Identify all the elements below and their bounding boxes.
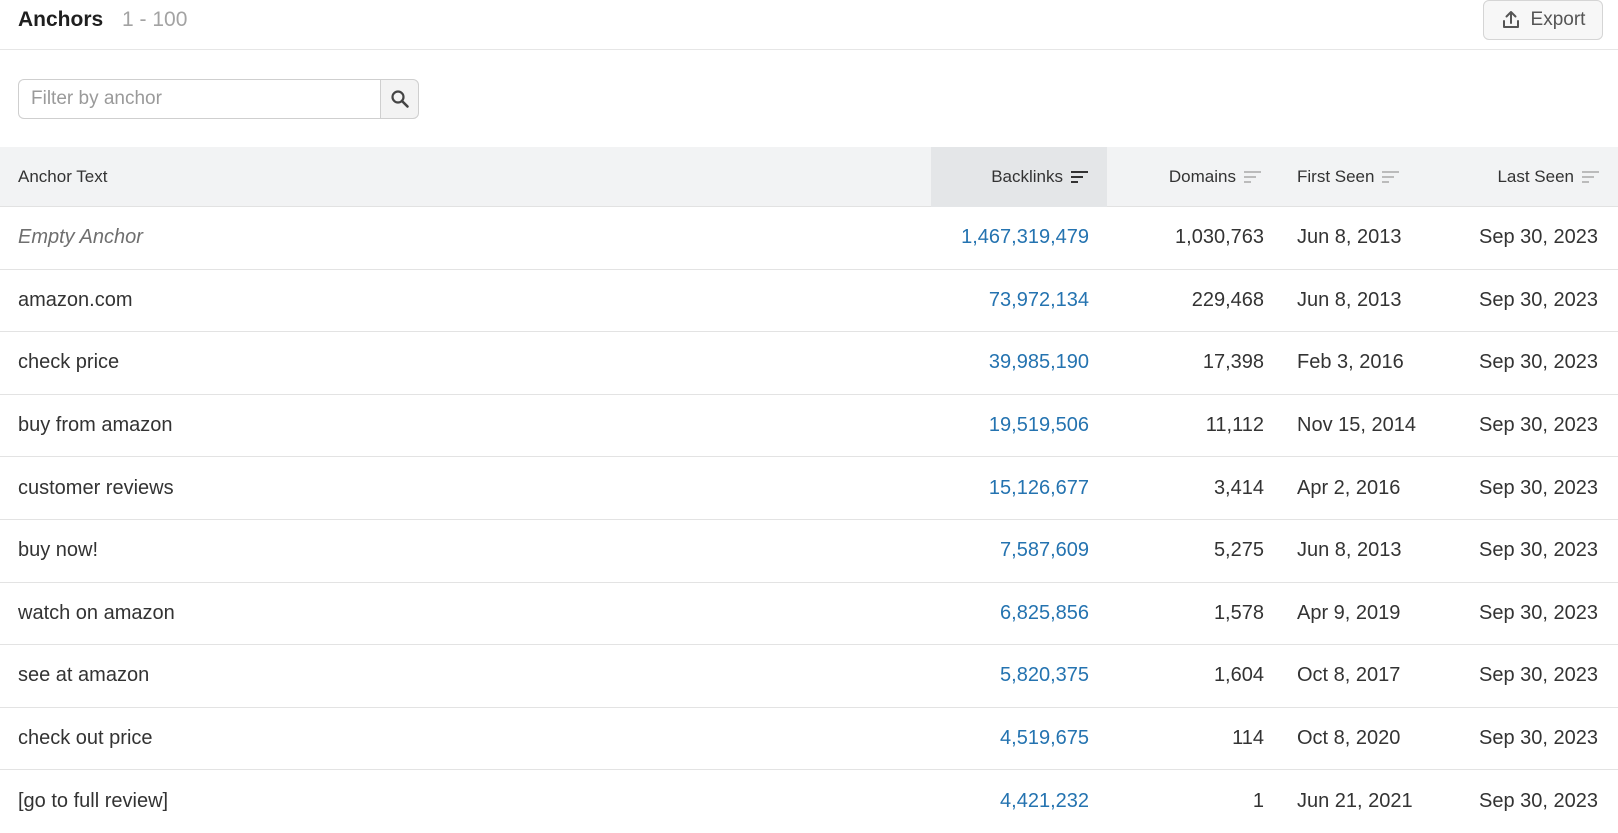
last-seen-cell: Sep 30, 2023 [1479,664,1598,687]
column-header-label: Domains [1168,167,1236,186]
domains-cell: 17,398 [1202,351,1264,374]
last-seen-cell: Sep 30, 2023 [1479,601,1598,624]
table-row: buy now! 7,587,609 5,275 Jun 8, 2013 Sep… [0,520,1618,583]
first-seen-cell: Jun 8, 2013 [1297,226,1402,249]
first-seen-cell: Apr 9, 2019 [1297,601,1401,624]
export-label: Export [1530,9,1586,30]
upload-icon [1502,11,1519,28]
last-seen-cell: Sep 30, 2023 [1479,539,1598,562]
page-header: Anchors 1 - 100 Export [0,0,1618,50]
first-seen-cell: Apr 2, 2016 [1297,476,1401,499]
first-seen-cell: Jun 8, 2013 [1297,288,1402,311]
backlinks-link[interactable]: 1,467,319,479 [961,207,1089,269]
anchor-filter [18,79,419,119]
column-header-label: First Seen [1297,167,1375,186]
sort-lines-icon [1382,171,1400,183]
table-header: Anchor Text Backlinks Domains First Seen [0,147,1618,207]
backlinks-link[interactable]: 4,519,675 [1000,708,1089,770]
export-button[interactable]: Export [1483,0,1603,40]
anchor-text-cell: watch on amazon [18,601,175,624]
backlinks-link[interactable]: 15,126,677 [989,457,1089,519]
domains-cell: 1,030,763 [1175,226,1264,249]
backlinks-link[interactable]: 7,587,609 [1000,520,1089,582]
first-seen-cell: Jun 8, 2013 [1297,539,1402,562]
last-seen-cell: Sep 30, 2023 [1479,351,1598,374]
sort-lines-icon [1582,171,1599,183]
sort-lines-icon [1071,171,1088,183]
column-header-domains[interactable]: Domains [1107,147,1280,207]
domains-cell: 1,604 [1213,664,1264,687]
anchor-text-cell: amazon.com [18,288,133,311]
result-range: 1 - 100 [122,8,188,31]
last-seen-cell: Sep 30, 2023 [1479,414,1598,437]
column-header-label: Last Seen [1497,167,1574,186]
anchor-text-cell: buy from amazon [18,414,173,437]
anchor-text-cell: buy now! [18,539,99,562]
last-seen-cell: Sep 30, 2023 [1479,476,1598,499]
backlinks-link[interactable]: 39,985,190 [989,332,1089,394]
backlinks-link[interactable]: 19,519,506 [989,395,1089,457]
page-title: Anchors [18,8,104,31]
backlinks-link[interactable]: 5,820,375 [1000,645,1089,707]
table-row: check price 39,985,190 17,398 Feb 3, 201… [0,332,1618,395]
last-seen-cell: Sep 30, 2023 [1479,727,1598,750]
table-row: Empty Anchor 1,467,319,479 1,030,763 Jun… [0,207,1618,270]
domains-cell: 3,414 [1213,476,1264,499]
table-row: amazon.com 73,972,134 229,468 Jun 8, 201… [0,270,1618,333]
column-header-last-seen[interactable]: Last Seen [1497,147,1600,207]
column-header-label: Anchor Text [18,167,108,186]
backlinks-link[interactable]: 6,825,856 [1000,583,1089,645]
first-seen-cell: Jun 21, 2021 [1297,790,1413,813]
table-row: [go to full review] 4,421,232 1 Jun 21, … [0,770,1618,833]
domains-cell: 229,468 [1191,288,1264,311]
domains-cell: 5,275 [1213,539,1264,562]
anchor-text-cell: check price [18,351,120,374]
last-seen-cell: Sep 30, 2023 [1479,790,1598,813]
anchor-text-cell: [go to full review] [18,790,169,813]
table-row: see at amazon 5,820,375 1,604 Oct 8, 201… [0,645,1618,708]
backlinks-link[interactable]: 73,972,134 [989,270,1089,332]
table-row: watch on amazon 6,825,856 1,578 Apr 9, 2… [0,583,1618,646]
domains-cell: 114 [1232,727,1264,750]
last-seen-cell: Sep 30, 2023 [1479,288,1598,311]
anchor-text-cell: check out price [18,727,153,750]
column-header-backlinks[interactable]: Backlinks [931,147,1107,207]
anchors-table: Anchor Text Backlinks Domains First Seen [0,147,1618,833]
table-row: customer reviews 15,126,677 3,414 Apr 2,… [0,457,1618,520]
anchor-text-cell: see at amazon [18,664,150,687]
first-seen-cell: Nov 15, 2014 [1297,414,1416,437]
column-header-label: Backlinks [991,167,1063,186]
last-seen-cell: Sep 30, 2023 [1479,226,1598,249]
filter-input[interactable] [18,79,380,119]
backlinks-link[interactable]: 4,421,232 [1000,770,1089,833]
column-header-anchor-text: Anchor Text [18,147,107,207]
first-seen-cell: Oct 8, 2020 [1297,727,1401,750]
domains-cell: 11,112 [1205,414,1264,437]
anchor-text-cell: Empty Anchor [18,226,143,249]
search-icon [390,90,409,108]
search-button[interactable] [380,79,419,119]
first-seen-cell: Feb 3, 2016 [1297,351,1404,374]
first-seen-cell: Oct 8, 2017 [1297,664,1401,687]
column-header-first-seen[interactable]: First Seen [1297,147,1400,207]
anchor-text-cell: customer reviews [18,476,174,499]
domains-cell: 1,578 [1213,601,1264,624]
domains-cell: 1 [1252,790,1264,813]
sort-lines-icon [1244,171,1261,183]
table-row: buy from amazon 19,519,506 11,112 Nov 15… [0,395,1618,458]
table-row: check out price 4,519,675 114 Oct 8, 202… [0,708,1618,771]
